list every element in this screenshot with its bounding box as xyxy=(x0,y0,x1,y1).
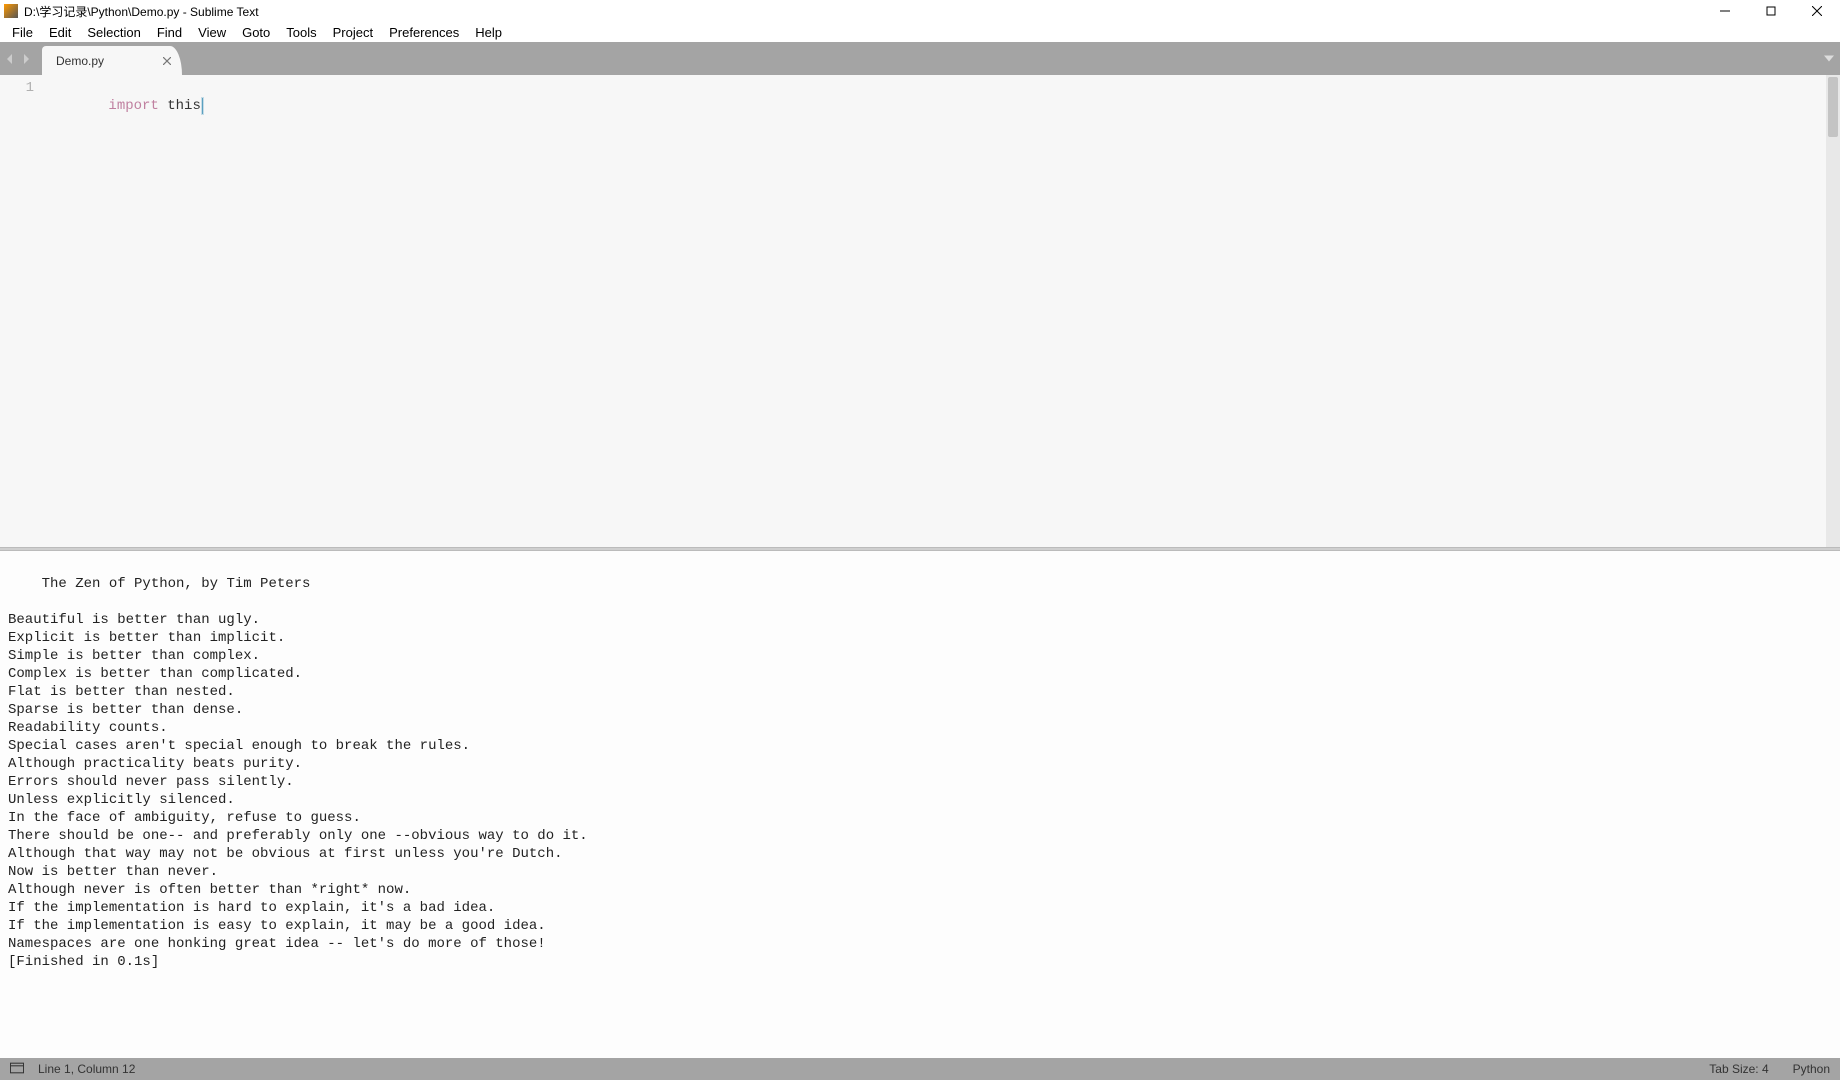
menu-item-view[interactable]: View xyxy=(190,23,234,42)
title-bar: D:\学习记录\Python\Demo.py - Sublime Text xyxy=(0,0,1840,22)
menu-item-edit[interactable]: Edit xyxy=(41,23,79,42)
minimize-button[interactable] xyxy=(1702,0,1748,22)
menu-item-help[interactable]: Help xyxy=(467,23,510,42)
tab-close-icon[interactable] xyxy=(160,54,174,68)
window-controls xyxy=(1702,0,1840,22)
menu-item-file[interactable]: File xyxy=(4,23,41,42)
menu-bar: FileEditSelectionFindViewGotoToolsProjec… xyxy=(0,22,1840,42)
status-bar: Line 1, Column 12 Tab Size: 4 Python xyxy=(0,1058,1840,1080)
tab-nav-prev-icon[interactable] xyxy=(2,51,18,67)
status-left: Line 1, Column 12 xyxy=(10,1062,135,1077)
gutter: 1 xyxy=(0,75,48,97)
menu-item-goto[interactable]: Goto xyxy=(234,23,278,42)
status-syntax[interactable]: Python xyxy=(1793,1062,1830,1076)
tab-demo-py[interactable]: Demo.py xyxy=(42,46,182,75)
editor-area[interactable]: 1 import this xyxy=(0,75,1840,547)
maximize-button[interactable] xyxy=(1748,0,1794,22)
tab-label: Demo.py xyxy=(56,54,104,68)
output-text: The Zen of Python, by Tim Peters Beautif… xyxy=(8,576,588,970)
line-number: 1 xyxy=(0,79,34,97)
tab-row: Demo.py xyxy=(0,42,1840,75)
menu-item-preferences[interactable]: Preferences xyxy=(381,23,467,42)
keyword-import: import xyxy=(108,98,158,114)
tab-nav-next-icon[interactable] xyxy=(18,51,34,67)
window-title: D:\学习记录\Python\Demo.py - Sublime Text xyxy=(24,3,259,20)
menu-item-tools[interactable]: Tools xyxy=(278,23,324,42)
text-cursor xyxy=(202,98,203,114)
vertical-scrollbar[interactable] xyxy=(1826,75,1840,547)
editor-wrap: 1 import this The Zen of Python, by Tim … xyxy=(0,75,1840,1058)
menu-item-find[interactable]: Find xyxy=(149,23,190,42)
menu-item-project[interactable]: Project xyxy=(325,23,381,42)
menu-item-selection[interactable]: Selection xyxy=(79,23,148,42)
code-content[interactable]: import this xyxy=(58,79,203,133)
title-left: D:\学习记录\Python\Demo.py - Sublime Text xyxy=(4,3,259,20)
close-button[interactable] xyxy=(1794,0,1840,22)
panel-switch-icon[interactable] xyxy=(10,1062,24,1077)
output-panel[interactable]: The Zen of Python, by Tim Peters Beautif… xyxy=(0,551,1840,1058)
scrollbar-thumb[interactable] xyxy=(1828,77,1838,137)
status-tab-size[interactable]: Tab Size: 4 xyxy=(1709,1062,1768,1076)
status-position[interactable]: Line 1, Column 12 xyxy=(38,1062,135,1076)
tab-dropdown-icon[interactable] xyxy=(1824,51,1834,66)
tab-nav-arrows xyxy=(0,42,36,75)
status-right: Tab Size: 4 Python xyxy=(1709,1062,1830,1076)
app-icon xyxy=(4,4,18,18)
identifier-this: this xyxy=(159,98,201,114)
